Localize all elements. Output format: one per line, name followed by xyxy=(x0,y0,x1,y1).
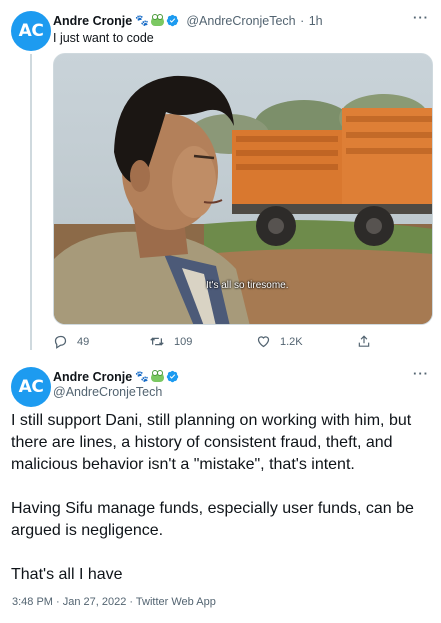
tweet-meta[interactable]: 3:48 PM · Jan 27, 2022 · Twitter Web App xyxy=(12,596,216,608)
action-bar: 49 109 1.2K xyxy=(53,334,393,350)
more-icon[interactable]: ··· xyxy=(413,366,429,381)
author-handle[interactable]: @AndreCronjeTech xyxy=(186,14,295,28)
thread-line xyxy=(30,54,32,350)
avatar-initials: AC xyxy=(18,21,44,41)
frog-emoji-icon xyxy=(150,369,164,382)
reply-icon xyxy=(54,335,67,349)
like-icon xyxy=(257,336,270,348)
author-name[interactable]: Andre Cronje xyxy=(53,14,132,28)
verified-badge-icon xyxy=(166,15,179,27)
reply-header: Andre Cronje 🐾 @AndreCronjeTech · 1h xyxy=(53,12,323,30)
paw-emoji-icon: 🐾 xyxy=(135,371,149,384)
retweet-icon xyxy=(150,337,164,346)
verified-badge-icon xyxy=(166,371,179,383)
avatar[interactable]: AC xyxy=(11,11,51,51)
main-header: Andre Cronje 🐾 xyxy=(53,368,179,386)
reply-text: I just want to code xyxy=(53,31,154,45)
timestamp[interactable]: 1h xyxy=(309,14,323,28)
video-subtitle: It's all so tiresome. xyxy=(206,280,289,291)
author-name[interactable]: Andre Cronje xyxy=(53,370,132,384)
tweet-body: I still support Dani, still planning on … xyxy=(11,410,431,608)
video-frame[interactable]: It's all so tiresome. xyxy=(53,53,433,325)
reply-count: 49 xyxy=(77,335,90,348)
retweet-count: 109 xyxy=(174,335,193,348)
avatar[interactable]: AC xyxy=(11,367,51,407)
avatar-initials: AC xyxy=(18,377,44,397)
like-button[interactable]: 1.2K xyxy=(256,334,303,349)
retweet-button[interactable]: 109 xyxy=(149,334,192,349)
paw-emoji-icon: 🐾 xyxy=(135,15,149,28)
tweet-paragraph: That's all I have xyxy=(11,566,123,583)
separator: · xyxy=(300,14,305,28)
author-handle[interactable]: @AndreCronjeTech xyxy=(53,385,162,399)
share-icon xyxy=(358,335,370,347)
like-count: 1.2K xyxy=(280,335,303,348)
more-icon[interactable]: ··· xyxy=(413,10,429,25)
frog-emoji-icon xyxy=(150,13,164,26)
share-button[interactable] xyxy=(357,334,380,349)
tweet-paragraph: I still support Dani, still planning on … xyxy=(11,412,412,473)
tweet-paragraph: Having Sifu manage funds, especially use… xyxy=(11,500,414,539)
reply-button[interactable]: 49 xyxy=(53,334,89,349)
